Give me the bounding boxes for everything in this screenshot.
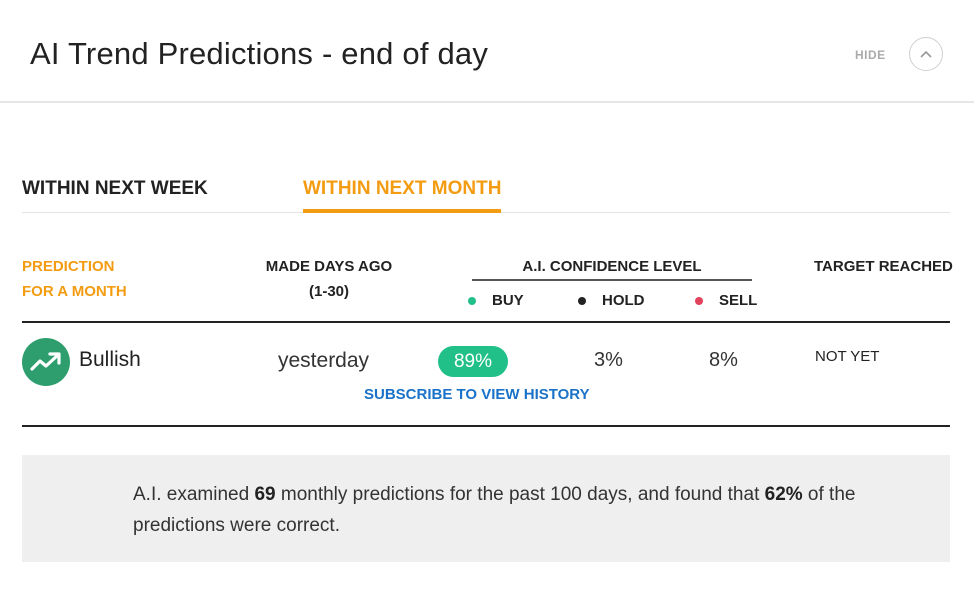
period-tabs: WITHIN NEXT WEEK WITHIN NEXT MONTH <box>22 175 950 213</box>
summary-box: A.I. examined 69 monthly predictions for… <box>22 455 950 562</box>
legend-buy: BUY <box>468 292 524 309</box>
summary-text: A.I. examined 69 monthly predictions for… <box>133 484 856 536</box>
buy-confidence-badge: 89% <box>438 346 508 377</box>
summary-count: 69 <box>254 484 276 505</box>
chevron-up-icon <box>920 45 932 63</box>
made-days-ago-value: yesterday <box>278 349 370 372</box>
legend-sell: SELL <box>695 292 757 309</box>
hide-button[interactable]: HIDE <box>855 48 886 62</box>
hold-confidence-value: 3% <box>594 349 623 371</box>
trend-up-icon <box>22 338 70 386</box>
widget-header: AI Trend Predictions - end of day HIDE <box>0 0 974 103</box>
summary-percent: 62% <box>764 484 803 505</box>
buy-dot-icon <box>468 296 476 305</box>
days-ago-column-header: MADE DAYS AGO (1-30) <box>265 258 393 300</box>
table-divider <box>22 425 950 427</box>
legend-hold: HOLD <box>578 292 645 309</box>
collapse-button[interactable] <box>909 37 943 71</box>
prediction-value: Bullish <box>79 348 141 371</box>
sell-dot-icon <box>695 296 703 305</box>
target-reached-value: NOT YET <box>815 348 880 365</box>
hold-dot-icon <box>578 296 586 305</box>
widget-title: AI Trend Predictions - end of day <box>30 36 489 71</box>
sell-confidence-value: 8% <box>709 349 738 371</box>
subscribe-history-link[interactable]: SUBSCRIBE TO VIEW HISTORY <box>364 386 590 403</box>
tab-within-next-month[interactable]: WITHIN NEXT MONTH <box>303 175 502 213</box>
confidence-column-header: A.I. CONFIDENCE LEVEL <box>472 256 752 281</box>
prediction-column-header: PREDICTION FOR A MONTH <box>22 258 127 300</box>
target-column-header: TARGET REACHED <box>814 258 953 275</box>
table-divider <box>22 321 950 323</box>
tab-within-next-week[interactable]: WITHIN NEXT WEEK <box>22 175 208 213</box>
